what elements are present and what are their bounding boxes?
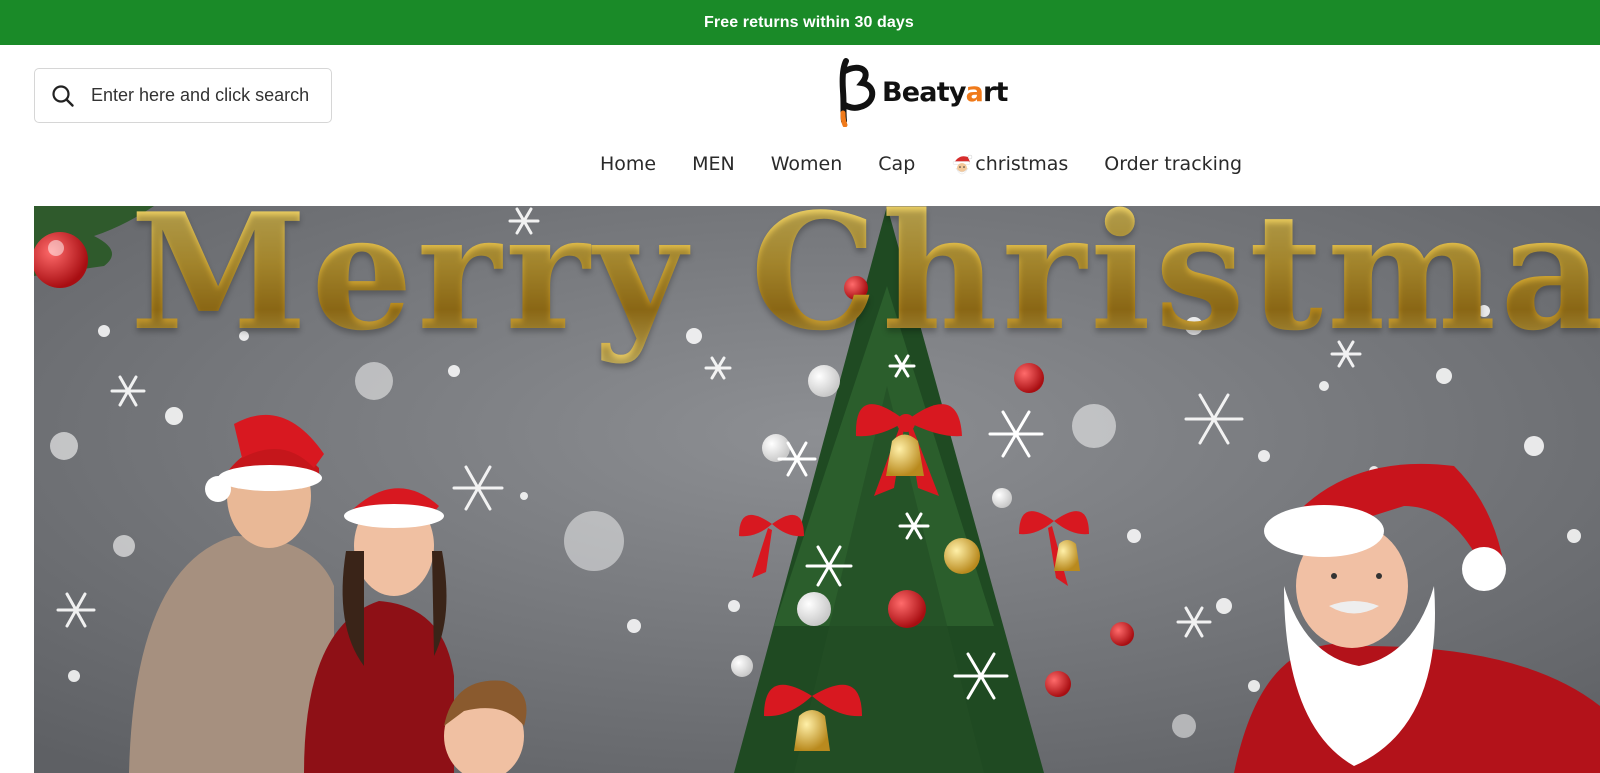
logo-text-prefix: Beaty [882,76,966,108]
nav-item-christmas-label: christmas [975,153,1069,175]
nav-item-cap[interactable]: Cap [860,153,933,175]
main-nav: Home MEN Women Cap christmas Order track… [582,153,1260,175]
nav-item-home[interactable]: Home [582,153,674,175]
search-input[interactable] [91,85,321,106]
logo-text-suffix: rt [983,76,1008,108]
banner-title: Merry Christmas [130,206,1600,366]
nav-item-men[interactable]: MEN [674,153,753,175]
nav-item-order-tracking[interactable]: Order tracking [1086,153,1260,175]
nav-item-women[interactable]: Women [753,153,861,175]
announcement-bar: Free returns within 30 days [0,0,1600,45]
site-logo[interactable]: Beatyart [836,57,1008,127]
logo-text: Beatyart [882,77,1008,108]
hero-banner[interactable]: Merry Christmas [34,206,1600,773]
logo-text-accent: a [965,76,984,108]
search-box[interactable] [34,68,332,123]
santa-icon [953,154,973,175]
search-icon[interactable] [51,84,75,108]
logo-mark-icon [839,58,876,127]
nav-item-christmas[interactable]: christmas [933,153,1086,175]
site-header: Beatyart Home MEN Women Cap christmas Or… [0,45,1600,205]
announcement-text: Free returns within 30 days [704,13,914,31]
